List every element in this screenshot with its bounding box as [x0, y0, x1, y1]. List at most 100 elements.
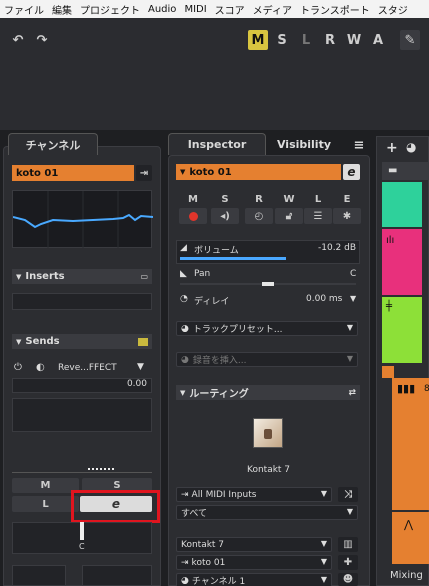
menu-edit[interactable]: 編集: [48, 2, 76, 17]
inserts-power-icon[interactable]: ▭: [140, 272, 148, 281]
mute-all-button[interactable]: M: [248, 30, 268, 50]
pan-knob[interactable]: [262, 282, 274, 286]
track-color-green[interactable]: [382, 182, 422, 227]
eq-display[interactable]: [12, 190, 154, 249]
inspector-lock-button[interactable]: L: [304, 192, 332, 206]
menu-audio[interactable]: Audio: [144, 4, 180, 15]
sends-power-icon[interactable]: [138, 337, 148, 346]
output-channel-label: チャンネル 1: [191, 577, 246, 586]
tab-inspector[interactable]: Inspector: [168, 133, 266, 155]
write-all-button[interactable]: W: [344, 30, 364, 50]
track-number: 8: [424, 384, 429, 394]
inspector-edit-button[interactable]: e: [343, 164, 360, 180]
inserts-header[interactable]: ▼ Inserts ▭: [12, 269, 152, 284]
chevron-down-icon: ▼: [16, 272, 22, 281]
menu-studio[interactable]: スタジ: [374, 2, 412, 17]
track-color-pink[interactable]: ılı: [382, 229, 422, 295]
delay-value: 0.00 ms: [306, 294, 343, 304]
routing-header[interactable]: ▼ ルーティング ⇄: [176, 385, 360, 400]
undo-icon[interactable]: ↶: [8, 30, 28, 50]
piano-icon[interactable]: ▥: [338, 537, 358, 552]
folder-row[interactable]: ▬: [382, 162, 429, 180]
inspector-solo-button[interactable]: S: [211, 192, 239, 206]
automation-button[interactable]: A: [368, 30, 388, 50]
inspector-e-button[interactable]: E: [333, 192, 361, 206]
preset-label: トラックプリセット...: [192, 325, 283, 335]
solo-all-button[interactable]: S: [272, 30, 292, 50]
inspector-read-button[interactable]: R: [245, 192, 273, 206]
instrument-track[interactable]: ▮▮▮ 8: [392, 378, 429, 510]
insert-rec-label: 録音を挿入...: [192, 356, 247, 366]
midi-channel-dropdown[interactable]: すべて ▼: [176, 505, 358, 520]
menu-icon[interactable]: ≡: [350, 134, 368, 156]
bottom-slot-right[interactable]: [82, 565, 152, 586]
lanes-icon[interactable]: ☰: [304, 208, 332, 224]
volume-value: -10.2 dB: [318, 243, 357, 253]
menu-score[interactable]: スコア: [211, 2, 249, 17]
monitor-icon[interactable]: ◂): [211, 208, 239, 224]
folder-icon[interactable]: ◕: [406, 140, 416, 154]
output-channel-dropdown[interactable]: ◕ チャンネル 1 ▼: [176, 573, 332, 586]
menu-file[interactable]: ファイル: [0, 2, 48, 17]
bottom-slot-left[interactable]: [12, 565, 66, 586]
midi-input-label: All MIDI Inputs: [191, 489, 257, 500]
chevron-down-icon: ▼: [320, 489, 327, 498]
channel-track-name[interactable]: koto 01: [12, 165, 134, 181]
volume-label: ボリューム: [194, 246, 239, 256]
preset-icon: ◕: [181, 323, 189, 334]
people-icon[interactable]: ☻: [338, 573, 358, 586]
add-track-icon[interactable]: ✚: [338, 555, 358, 570]
delay-dropdown-icon[interactable]: ▼: [350, 294, 356, 303]
midi-channel-label: すべて: [181, 509, 208, 519]
track-color-lime[interactable]: ╪: [382, 297, 422, 363]
routing-label: ルーティング: [189, 389, 249, 400]
chevron-down-icon: ▼: [180, 168, 186, 176]
add-track-plus-icon[interactable]: +: [386, 140, 398, 156]
sends-header[interactable]: ▼ Sends: [12, 334, 152, 349]
send-destination[interactable]: Reve...FFECT: [58, 363, 117, 373]
routing-swap-icon[interactable]: ⇄: [348, 388, 356, 398]
menu-midi[interactable]: MIDI: [180, 4, 210, 15]
mixing-label[interactable]: Mixing: [390, 570, 423, 581]
instrument-track-2[interactable]: ⋀: [392, 512, 429, 564]
insert-slot[interactable]: [12, 293, 152, 310]
menu-project[interactable]: プロジェクト: [76, 2, 144, 17]
output-label: Kontakt 7: [181, 539, 225, 550]
delay-label: ディレイ: [194, 297, 230, 307]
tab-visibility[interactable]: Visibility: [270, 133, 338, 155]
menu-transport[interactable]: トランスポート: [296, 2, 374, 17]
drag-handle[interactable]: [88, 468, 114, 470]
channel-edit-icon[interactable]: ⇥: [136, 165, 152, 181]
tab-channel[interactable]: チャンネル: [8, 133, 98, 155]
channel-mute-button[interactable]: M: [12, 478, 79, 493]
output-dropdown[interactable]: Kontakt 7 ▼: [176, 537, 332, 552]
tool-icon[interactable]: ✎: [400, 30, 420, 50]
midi-input-dropdown[interactable]: ⇥ All MIDI Inputs ▼: [176, 487, 332, 502]
freeze-icon[interactable]: ✱: [333, 208, 361, 224]
lock-icon[interactable]: 🔓︎: [275, 208, 303, 224]
channel-listen-button[interactable]: L: [12, 496, 79, 512]
toolbar: ↶ ↷ M S L R W A ✎: [0, 18, 429, 130]
send-power-icon[interactable]: ⏻: [14, 362, 22, 373]
listen-all-button[interactable]: L: [296, 30, 316, 50]
menu-media[interactable]: メディア: [249, 2, 296, 17]
inspector-track-name[interactable]: ▼ koto 01: [176, 164, 341, 180]
sends-label: Sends: [25, 336, 60, 347]
insert-recording-dropdown[interactable]: ◕ 録音を挿入... ▼: [176, 352, 358, 367]
record-enable-button[interactable]: [179, 208, 207, 224]
output-track-dropdown[interactable]: ⇥ koto 01 ▼: [176, 555, 332, 570]
send-dropdown-icon[interactable]: ▼: [137, 362, 144, 372]
send-level[interactable]: 0.00: [12, 378, 152, 393]
track-color-orange-small[interactable]: [382, 366, 394, 378]
timebase-icon[interactable]: ◴: [245, 208, 273, 224]
track-preset-dropdown[interactable]: ◕ トラックプリセット... ▼: [176, 321, 358, 336]
send-prepost-icon[interactable]: ◐: [36, 362, 45, 373]
inspector-mute-button[interactable]: M: [179, 192, 207, 206]
inspector-write-button[interactable]: W: [275, 192, 303, 206]
send-slot[interactable]: [12, 398, 152, 432]
piano-icon: ▮▮▮: [397, 382, 416, 395]
chevron-down-icon: ▼: [346, 354, 353, 363]
shuffle-icon[interactable]: ⤨: [338, 487, 358, 502]
read-all-button[interactable]: R: [320, 30, 340, 50]
redo-icon[interactable]: ↷: [32, 30, 52, 50]
